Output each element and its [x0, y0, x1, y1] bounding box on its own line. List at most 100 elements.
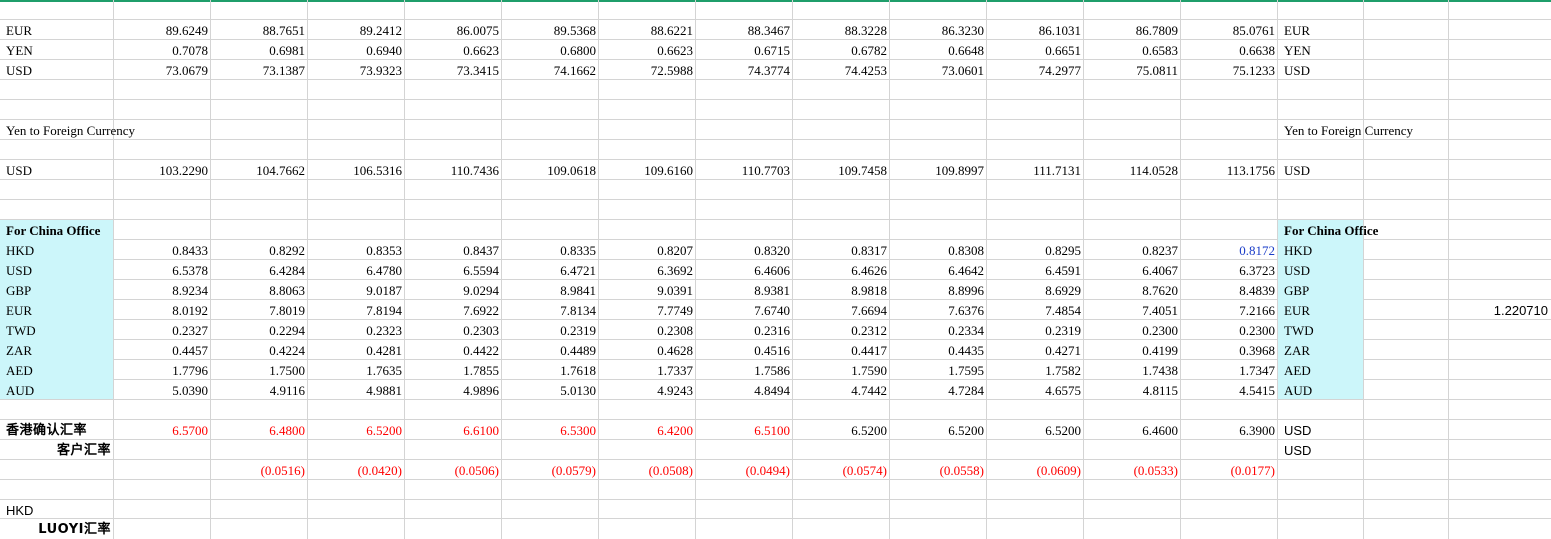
- rate-cell[interactable]: 0.2316: [696, 321, 793, 341]
- rate-cell[interactable]: 0.6583: [1084, 41, 1181, 61]
- rate-cell[interactable]: 86.1031: [987, 21, 1084, 41]
- confirm-rate-cell[interactable]: 6.4800: [211, 421, 308, 441]
- rate-cell[interactable]: 9.0294: [405, 281, 502, 301]
- rate-cell[interactable]: 109.8997: [890, 161, 987, 181]
- rate-cell[interactable]: 8.0192: [114, 301, 211, 321]
- rate-cell[interactable]: 0.6648: [890, 41, 987, 61]
- rate-cell[interactable]: 0.4199: [1084, 341, 1181, 361]
- rate-cell[interactable]: 0.4271: [987, 341, 1084, 361]
- rate-cell[interactable]: 0.6981: [211, 41, 308, 61]
- difference-cell[interactable]: (0.0609): [987, 461, 1084, 481]
- rate-cell[interactable]: 6.4067: [1084, 261, 1181, 281]
- rate-cell[interactable]: 7.8194: [308, 301, 405, 321]
- row-label[interactable]: AUD: [0, 381, 114, 401]
- confirm-rate-cell[interactable]: 6.5200: [987, 421, 1084, 441]
- row-label-right[interactable]: USD: [1278, 441, 1364, 461]
- rate-cell[interactable]: 8.4839: [1181, 281, 1278, 301]
- rate-cell[interactable]: 0.2323: [308, 321, 405, 341]
- rate-cell[interactable]: 0.4417: [793, 341, 890, 361]
- row-label-right[interactable]: USD: [1278, 261, 1364, 281]
- rate-cell[interactable]: 109.7458: [793, 161, 890, 181]
- rate-cell[interactable]: 0.2319: [987, 321, 1084, 341]
- rate-cell[interactable]: 7.8019: [211, 301, 308, 321]
- row-label-right[interactable]: USD: [1278, 161, 1364, 181]
- rate-cell[interactable]: 7.7749: [599, 301, 696, 321]
- row-label[interactable]: EUR: [0, 301, 114, 321]
- confirm-rate-cell[interactable]: 6.4200: [599, 421, 696, 441]
- rate-cell[interactable]: 104.7662: [211, 161, 308, 181]
- rate-cell[interactable]: 1.7438: [1084, 361, 1181, 381]
- rate-cell[interactable]: 0.2312: [793, 321, 890, 341]
- rate-cell[interactable]: 7.6694: [793, 301, 890, 321]
- row-label-right[interactable]: TWD: [1278, 321, 1364, 341]
- hk-confirm-label[interactable]: 香港确认汇率: [0, 421, 114, 441]
- rate-cell[interactable]: 4.5415: [1181, 381, 1278, 401]
- rate-cell[interactable]: 4.7442: [793, 381, 890, 401]
- rate-cell[interactable]: 0.8433: [114, 241, 211, 261]
- hkd-label[interactable]: HKD: [0, 501, 114, 521]
- rate-cell[interactable]: 7.8134: [502, 301, 599, 321]
- rate-cell[interactable]: 4.9881: [308, 381, 405, 401]
- difference-cell[interactable]: (0.0420): [308, 461, 405, 481]
- rate-cell[interactable]: 8.8996: [890, 281, 987, 301]
- rate-cell[interactable]: 0.2308: [599, 321, 696, 341]
- rate-cell[interactable]: 0.6651: [987, 41, 1084, 61]
- rate-cell[interactable]: 5.0390: [114, 381, 211, 401]
- rate-cell[interactable]: 0.8437: [405, 241, 502, 261]
- rate-cell[interactable]: 88.3467: [696, 21, 793, 41]
- rate-cell[interactable]: 8.8063: [211, 281, 308, 301]
- rate-cell[interactable]: 4.8115: [1084, 381, 1181, 401]
- difference-cell[interactable]: (0.0516): [211, 461, 308, 481]
- row-label[interactable]: YEN: [0, 41, 114, 61]
- rate-cell[interactable]: 0.6715: [696, 41, 793, 61]
- row-label-right[interactable]: YEN: [1278, 41, 1364, 61]
- row-label[interactable]: USD: [0, 261, 114, 281]
- confirm-rate-cell[interactable]: 6.5200: [890, 421, 987, 441]
- rate-cell[interactable]: 114.0528: [1084, 161, 1181, 181]
- row-label-right[interactable]: AED: [1278, 361, 1364, 381]
- rate-cell[interactable]: 1.7582: [987, 361, 1084, 381]
- difference-cell[interactable]: (0.0508): [599, 461, 696, 481]
- row-label[interactable]: AED: [0, 361, 114, 381]
- rate-cell[interactable]: 0.2327: [114, 321, 211, 341]
- rate-cell[interactable]: 86.7809: [1084, 21, 1181, 41]
- rate-cell[interactable]: 73.3415: [405, 61, 502, 81]
- rate-cell[interactable]: 110.7436: [405, 161, 502, 181]
- rate-cell[interactable]: 86.0075: [405, 21, 502, 41]
- rate-cell[interactable]: 0.2300: [1181, 321, 1278, 341]
- rate-cell[interactable]: 6.5594: [405, 261, 502, 281]
- rate-cell[interactable]: 0.8292: [211, 241, 308, 261]
- rate-cell[interactable]: 0.8295: [987, 241, 1084, 261]
- rate-cell[interactable]: 74.2977: [987, 61, 1084, 81]
- rate-cell[interactable]: 1.7595: [890, 361, 987, 381]
- rate-cell[interactable]: 0.2334: [890, 321, 987, 341]
- rate-cell[interactable]: 0.6940: [308, 41, 405, 61]
- rate-cell[interactable]: 109.0618: [502, 161, 599, 181]
- difference-cell[interactable]: (0.0494): [696, 461, 793, 481]
- rate-cell[interactable]: 0.2319: [502, 321, 599, 341]
- rate-cell[interactable]: 103.2290: [114, 161, 211, 181]
- difference-cell[interactable]: (0.0177): [1181, 461, 1278, 481]
- rate-cell[interactable]: 0.4281: [308, 341, 405, 361]
- rate-cell[interactable]: 74.3774: [696, 61, 793, 81]
- rate-cell[interactable]: 6.4642: [890, 261, 987, 281]
- rate-cell[interactable]: 6.4626: [793, 261, 890, 281]
- rate-cell[interactable]: 89.6249: [114, 21, 211, 41]
- rate-cell[interactable]: 111.7131: [987, 161, 1084, 181]
- rate-cell[interactable]: 0.6623: [405, 41, 502, 61]
- row-label-right[interactable]: USD: [1278, 421, 1364, 441]
- rate-cell[interactable]: 0.6638: [1181, 41, 1278, 61]
- row-label[interactable]: GBP: [0, 281, 114, 301]
- confirm-rate-cell[interactable]: 6.4600: [1084, 421, 1181, 441]
- customer-rate-label[interactable]: 客户汇率: [0, 441, 114, 461]
- rate-cell[interactable]: 0.6800: [502, 41, 599, 61]
- row-label[interactable]: ZAR: [0, 341, 114, 361]
- rate-cell[interactable]: 106.5316: [308, 161, 405, 181]
- difference-cell[interactable]: (0.0574): [793, 461, 890, 481]
- rate-cell[interactable]: 74.4253: [793, 61, 890, 81]
- rate-cell[interactable]: 0.4489: [502, 341, 599, 361]
- rate-cell[interactable]: 1.7337: [599, 361, 696, 381]
- rate-cell[interactable]: 0.7078: [114, 41, 211, 61]
- rate-cell[interactable]: 7.6376: [890, 301, 987, 321]
- spreadsheet-grid[interactable]: EUR 89.6249 88.7651 89.2412 86.0075 89.5368 88…: [0, 0, 1551, 539]
